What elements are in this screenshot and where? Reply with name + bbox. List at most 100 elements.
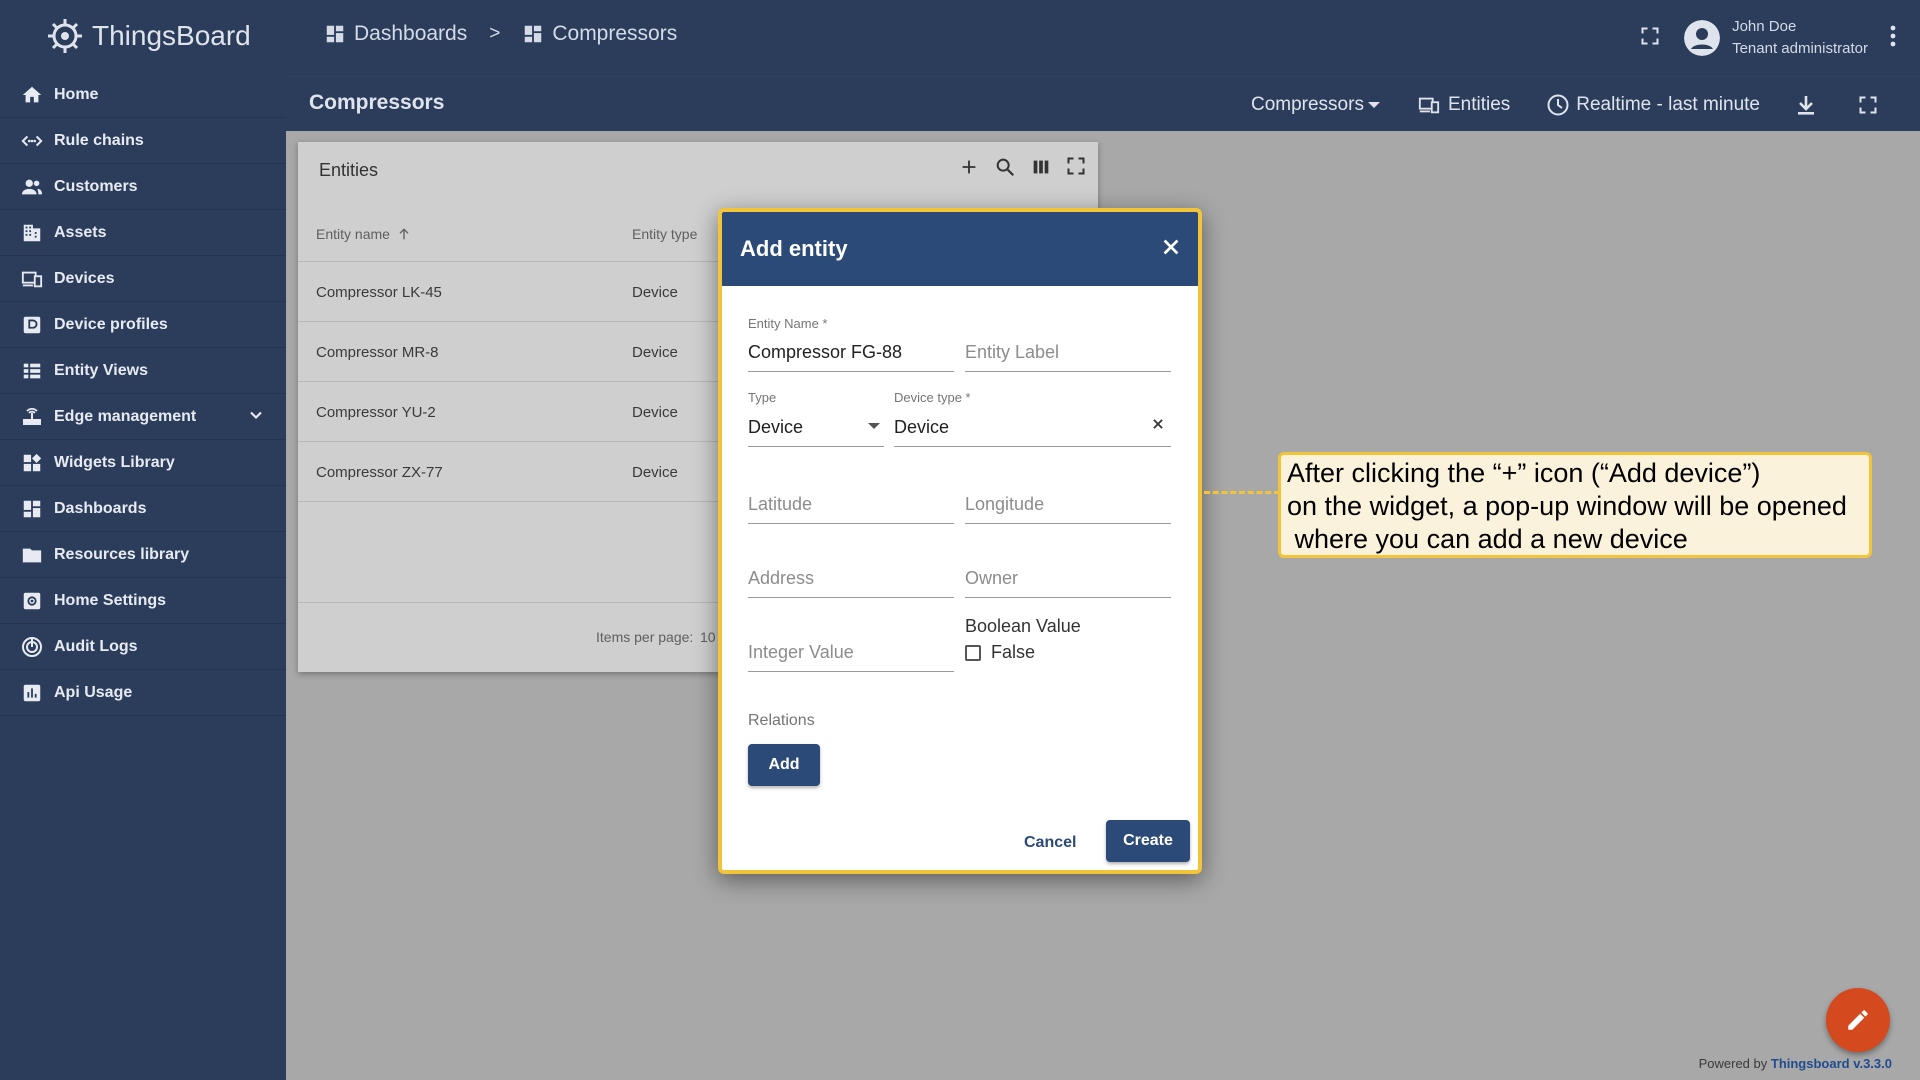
sidebar-item-label: Audit Logs	[54, 637, 138, 655]
sidebar-item-customers[interactable]: Customers	[0, 164, 286, 210]
sidebar-item-audit-logs[interactable]: Audit Logs	[0, 624, 286, 670]
sidebar-item-entity-views[interactable]: Entity Views	[0, 348, 286, 394]
sidebar-item-rule-chains[interactable]: Rule chains	[0, 118, 286, 164]
entity-views-icon	[20, 359, 44, 383]
folder-icon	[20, 543, 44, 567]
timewindow-label: Realtime - last minute	[1576, 93, 1760, 115]
clear-icon[interactable]	[1151, 417, 1165, 436]
sidebar-item-label: Dashboards	[54, 499, 147, 517]
state-select[interactable]: Compressors	[1251, 94, 1380, 116]
sidebar-item-home[interactable]: Home	[0, 72, 286, 118]
column-header-label: Entity type	[632, 226, 698, 242]
longitude-field[interactable]: Longitude	[965, 472, 1171, 524]
caret-down-icon	[868, 423, 880, 429]
owner-placeholder: Owner	[965, 568, 1019, 588]
latitude-field[interactable]: Latitude	[748, 472, 954, 524]
fullscreen-icon[interactable]	[1066, 156, 1086, 183]
columns-icon[interactable]	[1030, 156, 1052, 183]
page-title: Compressors	[309, 91, 445, 114]
fullscreen-icon[interactable]	[1640, 26, 1660, 51]
chevron-down-icon[interactable]	[246, 405, 266, 430]
edit-dashboard-button[interactable]	[1826, 988, 1890, 1052]
integer-value-placeholder: Integer Value	[748, 642, 854, 662]
add-relation-button[interactable]: Add	[748, 744, 820, 786]
more-vert-icon[interactable]	[1890, 25, 1896, 52]
powered-by-link[interactable]: Thingsboard v.3.3.0	[1771, 1056, 1892, 1071]
address-field[interactable]: Address	[748, 546, 954, 598]
sidebar-item-label: Entity Views	[54, 361, 148, 379]
dashboards-icon	[525, 25, 542, 43]
sidebar-item-api-usage[interactable]: Api Usage	[0, 670, 286, 716]
cell-entity-type: Device	[632, 344, 678, 361]
entities-button-label: Entities	[1447, 93, 1511, 115]
dashboards-icon	[20, 497, 44, 521]
entity-name-value: Compressor FG-88	[748, 342, 903, 362]
type-label: Type	[748, 390, 777, 405]
sidebar-item-label: Home Settings	[54, 591, 167, 609]
breadcrumb-label: Compressors	[552, 22, 678, 45]
add-icon[interactable]	[958, 156, 980, 183]
breadcrumb-dashboards[interactable]: Dashboards	[324, 22, 467, 46]
checkbox[interactable]	[965, 644, 981, 661]
items-per-page-select[interactable]: 10	[700, 629, 716, 645]
checkbox-label: False	[991, 642, 1036, 662]
dashboards-icon	[326, 25, 344, 43]
longitude-placeholder: Longitude	[965, 494, 1045, 514]
cell-entity-type: Device	[632, 464, 678, 481]
powered-by: Powered by Thingsboard v.3.3.0	[1699, 1056, 1892, 1071]
dashboard-fullscreen-button[interactable]	[1858, 95, 1884, 115]
top-right-actions: John Doe Tenant administrator	[1640, 0, 1920, 76]
sidebar-item-label: Device profiles	[54, 315, 168, 333]
owner-field[interactable]: Owner	[965, 546, 1171, 598]
sidebar-item-device-profiles[interactable]: Device profiles	[0, 302, 286, 348]
dialog-header: Add entity	[722, 212, 1198, 286]
cell-entity-name: Compressor ZX-77	[316, 464, 443, 481]
entity-label-placeholder: Entity Label	[965, 342, 1060, 362]
cancel-button[interactable]: Cancel	[1024, 834, 1076, 852]
user-menu[interactable]: John Doe Tenant administrator	[1684, 16, 1868, 60]
entity-label-field[interactable]: Entity Label	[965, 316, 1171, 372]
column-header-entity-type[interactable]: Entity type	[632, 226, 697, 242]
sidebar-item-resources-library[interactable]: Resources library	[0, 532, 286, 578]
close-icon[interactable]	[1160, 236, 1182, 263]
breadcrumb-compressors: Compressors	[522, 22, 677, 46]
cell-entity-name: Compressor MR-8	[316, 344, 439, 361]
integer-value-field[interactable]: Integer Value	[748, 620, 954, 672]
devices-icon	[20, 267, 44, 291]
dialog-title: Add entity	[740, 236, 848, 261]
column-header-entity-name[interactable]: Entity name	[316, 226, 412, 242]
create-button[interactable]: Create	[1106, 820, 1190, 862]
sidebar-item-dashboards[interactable]: Dashboards	[0, 486, 286, 532]
type-select[interactable]: Type Device	[748, 390, 884, 447]
audit-icon	[20, 635, 44, 659]
device-type-value: Device	[894, 417, 950, 437]
sidebar-item-label: Assets	[54, 223, 107, 241]
sidebar-item-edge-management[interactable]: Edge management	[0, 394, 286, 440]
export-button[interactable]	[1796, 94, 1822, 116]
breadcrumb: Dashboards > Compressors	[324, 22, 677, 46]
widget-actions	[958, 156, 1086, 183]
cell-entity-name: Compressor LK-45	[316, 284, 442, 301]
boolean-checkbox[interactable]: False	[965, 642, 1035, 663]
entity-name-field[interactable]: Entity Name * Compressor FG-88	[748, 316, 954, 372]
sidebar-item-widgets-library[interactable]: Widgets Library	[0, 440, 286, 486]
device-type-field[interactable]: Device type * Device	[894, 390, 1171, 447]
timewindow-button[interactable]: Realtime - last minute	[1546, 93, 1760, 117]
sidebar-item-assets[interactable]: Assets	[0, 210, 286, 256]
edge-icon	[20, 405, 44, 429]
sidebar: ThingsBoard Home Rule chains Customers A…	[0, 0, 286, 1080]
logo-text: ThingsBoard	[92, 20, 251, 51]
download-icon	[1798, 95, 1814, 115]
address-placeholder: Address	[748, 568, 815, 588]
breadcrumb-separator: >	[489, 23, 501, 44]
sidebar-item-label: Widgets Library	[54, 453, 175, 471]
type-value: Device	[748, 417, 804, 437]
sidebar-item-home-settings[interactable]: Home Settings	[0, 578, 286, 624]
search-icon[interactable]	[994, 156, 1016, 183]
logo[interactable]: ThingsBoard	[0, 0, 286, 72]
items-per-page-label: Items per page:	[596, 629, 694, 645]
entities-button[interactable]: Entities	[1416, 94, 1510, 116]
clock-icon	[1547, 94, 1569, 115]
sidebar-item-devices[interactable]: Devices	[0, 256, 286, 302]
assets-icon	[20, 221, 44, 245]
